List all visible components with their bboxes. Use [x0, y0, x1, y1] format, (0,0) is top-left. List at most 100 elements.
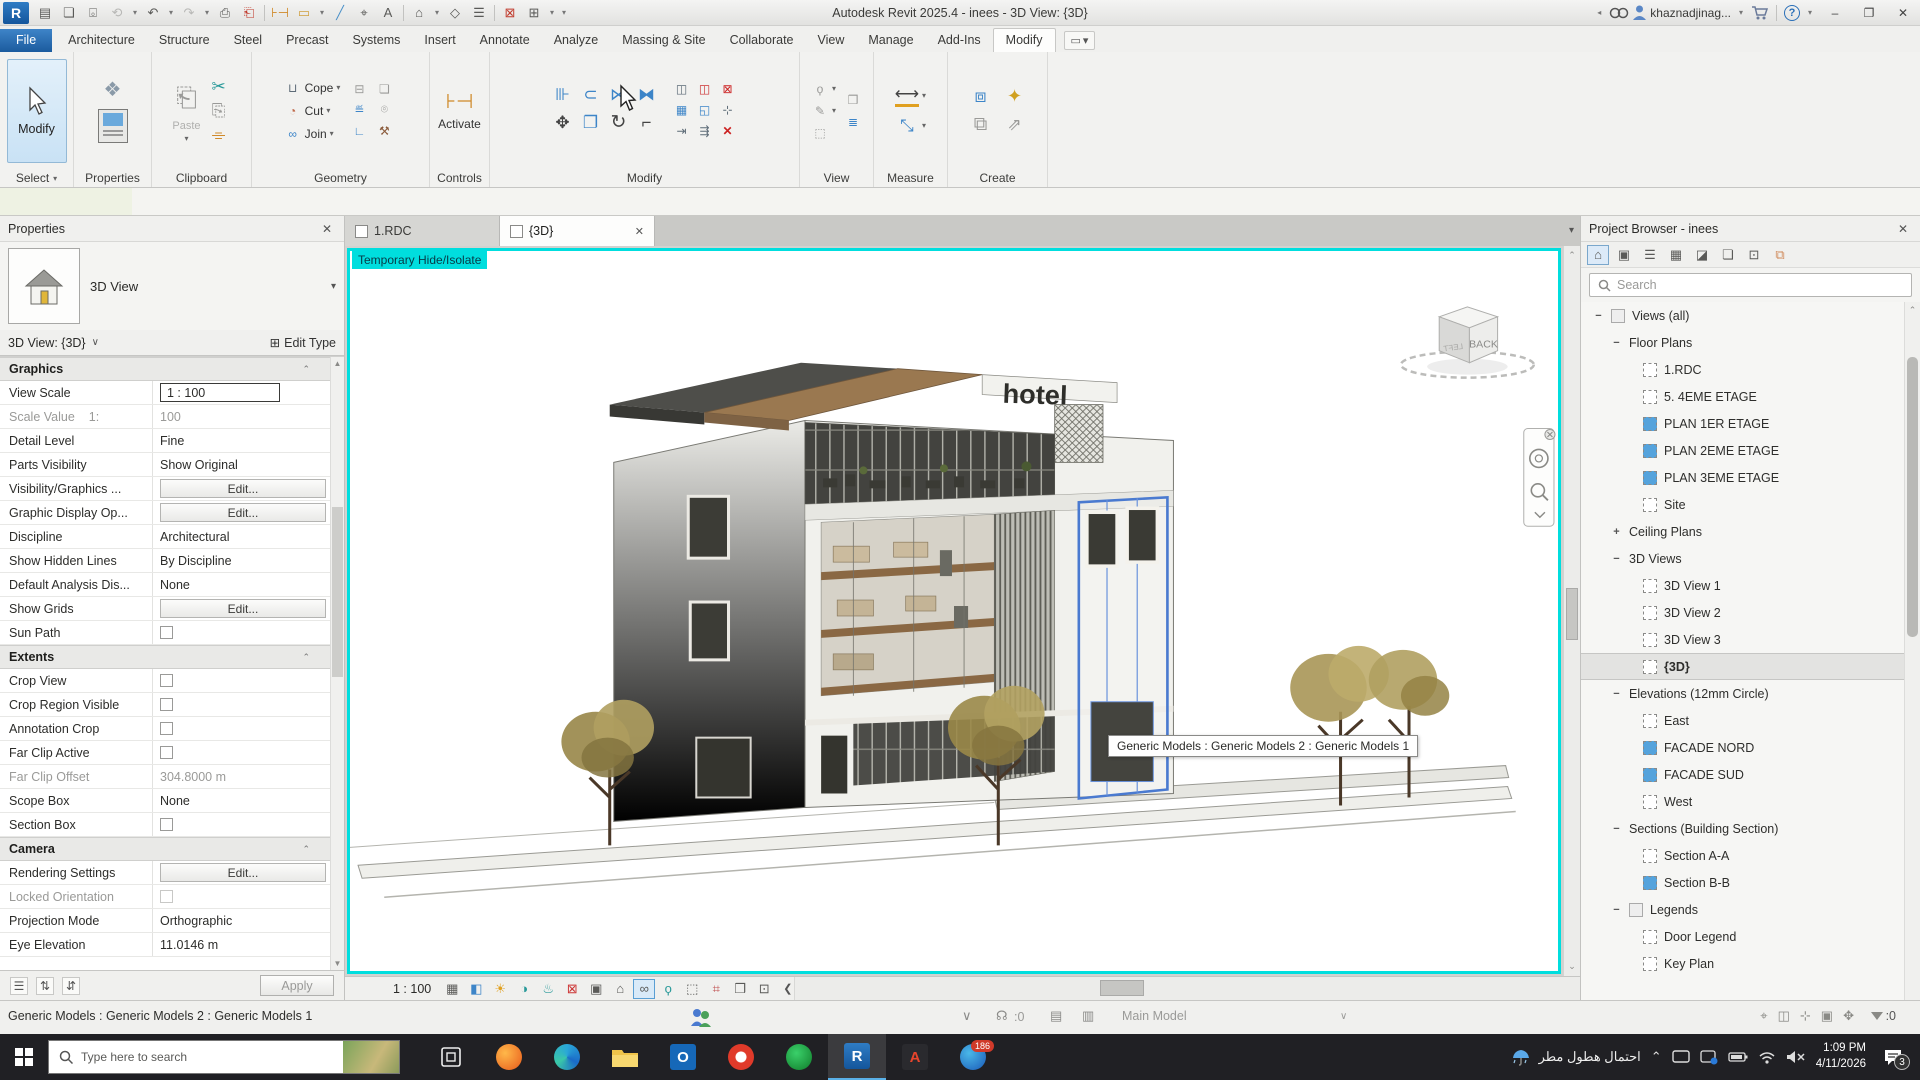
tree-item-view[interactable]: FACADE SUD: [1581, 761, 1904, 788]
panel-label-controls[interactable]: Controls: [430, 169, 489, 187]
home-dropdown-icon[interactable]: ▾: [431, 2, 443, 24]
prop-row[interactable]: Eye Elevation11.0146 m: [0, 933, 330, 957]
trim-extend-single-icon[interactable]: ⇥: [673, 123, 691, 139]
locked-3d-view-icon[interactable]: ❒: [729, 979, 751, 999]
selection-filter[interactable]: :0: [1871, 1009, 1896, 1023]
cut-geometry-button[interactable]: ◔Cut▾: [284, 103, 341, 119]
panel-label-select[interactable]: Select▾: [0, 169, 73, 187]
tree-item-view[interactable]: Section B-B: [1581, 869, 1904, 896]
file-tabs-icon[interactable]: ▤: [33, 2, 57, 24]
restore-button[interactable]: ❐: [1854, 2, 1884, 24]
measure-along-icon[interactable]: ⤡: [895, 115, 919, 137]
close-icon[interactable]: ✕: [1894, 222, 1912, 236]
worksharing-display-icon[interactable]: ⬚: [681, 979, 703, 999]
panel-label-properties[interactable]: Properties: [74, 169, 151, 187]
start-button[interactable]: [0, 1034, 48, 1080]
design-options-edit-icon[interactable]: ▥: [1082, 1008, 1094, 1024]
collapse-icon[interactable]: ⌃: [302, 364, 310, 375]
sync-dropdown-icon[interactable]: ▾: [129, 2, 141, 24]
mirror-draw-axis-icon[interactable]: ⧓: [635, 84, 659, 106]
app-mail[interactable]: 186: [944, 1034, 1002, 1080]
mirror-pick-axis-icon[interactable]: ⋈: [607, 84, 631, 106]
user-dropdown-icon[interactable]: ▾: [1735, 2, 1747, 24]
visual-style-icon[interactable]: ◧: [465, 979, 487, 999]
reveal-hidden-elements-icon[interactable]: ϙ: [657, 979, 679, 999]
linework-icon[interactable]: ≣: [844, 114, 862, 130]
tree-item-view[interactable]: FACADE NORD: [1581, 734, 1904, 761]
tree-item-view[interactable]: Site: [1581, 491, 1904, 518]
undo-dropdown-icon[interactable]: ▾: [165, 2, 177, 24]
far-clip-active-checkbox[interactable]: [160, 746, 173, 759]
crop-view-checkbox[interactable]: [160, 674, 173, 687]
tree-node-ceiling-plans[interactable]: +Ceiling Plans: [1581, 518, 1904, 545]
match-type-icon[interactable]: ⌯: [207, 124, 231, 146]
tree-item-view[interactable]: 3D View 1: [1581, 572, 1904, 599]
chevron-down-icon[interactable]: ∨: [92, 337, 99, 348]
tree-node-3d-views[interactable]: −3D Views: [1581, 545, 1904, 572]
wall-joins-icon[interactable]: ⊟: [350, 81, 368, 97]
scroll-down-icon[interactable]: ▼: [331, 959, 344, 968]
help-icon[interactable]: ?: [1784, 5, 1800, 21]
properties-tiles-icon[interactable]: ❖: [101, 79, 125, 101]
customize-qat-icon[interactable]: ▾: [558, 2, 570, 24]
activate-dimensions-icon[interactable]: ⊦⊣: [448, 91, 472, 113]
design-option-select[interactable]: Main Model: [1122, 1009, 1332, 1023]
paste-icon[interactable]: ⎗: [174, 78, 198, 118]
edit-button[interactable]: Edit...: [160, 479, 326, 498]
drag-on-selection-icon[interactable]: ✥: [1843, 1008, 1854, 1024]
app-adobe[interactable]: A: [886, 1034, 944, 1080]
prop-row[interactable]: Section Box: [0, 813, 330, 837]
battery-icon[interactable]: [1728, 1051, 1748, 1063]
tree-item-view[interactable]: PLAN 2EME ETAGE: [1581, 437, 1904, 464]
modify-tool-button[interactable]: Modify: [7, 59, 67, 163]
expand-toggle[interactable]: +: [1611, 526, 1622, 538]
schedules-icon[interactable]: ☰: [1639, 245, 1661, 265]
sync-icon[interactable]: ⟲: [105, 2, 129, 24]
app-file-explorer[interactable]: [596, 1034, 654, 1080]
tab-add-ins[interactable]: Add-Ins: [926, 29, 993, 52]
collapse-toggle[interactable]: −: [1611, 904, 1622, 916]
app-outlook[interactable]: O: [654, 1034, 712, 1080]
navigation-bar[interactable]: [1524, 429, 1555, 527]
copy-to-clipboard-icon[interactable]: ⎘: [207, 100, 231, 122]
split-element-icon[interactable]: ◫: [673, 81, 691, 97]
create-assembly-icon[interactable]: ⧉: [969, 114, 993, 136]
tab-structure[interactable]: Structure: [147, 29, 222, 52]
tab-annotate[interactable]: Annotate: [468, 29, 542, 52]
minimize-button[interactable]: –: [1820, 2, 1850, 24]
scroll-down-icon[interactable]: ⌄: [1564, 961, 1580, 972]
panel-label-modify[interactable]: Modify: [490, 169, 799, 187]
tab-file[interactable]: File: [0, 29, 52, 52]
scroll-up-icon[interactable]: ⌃: [1905, 305, 1920, 316]
scroll-up-icon[interactable]: ▲: [331, 359, 344, 368]
prop-row[interactable]: View Scale1 : 100: [0, 381, 330, 405]
profile-edit-icon[interactable]: ∟: [350, 123, 368, 139]
design-options-list-icon[interactable]: ▤: [1050, 1008, 1062, 1024]
close-inactive-views-icon[interactable]: ⎗: [237, 2, 261, 24]
panel-label-create[interactable]: Create: [948, 169, 1047, 187]
tree-item-view[interactable]: 5. 4EME ETAGE: [1581, 383, 1904, 410]
search-icon[interactable]: [1609, 6, 1629, 20]
weather-widget[interactable]: احتمال هطول مطر: [1511, 1047, 1641, 1067]
measure-dropdown-icon[interactable]: ▾: [316, 2, 328, 24]
trim-extend-corner-icon[interactable]: ⌐: [635, 112, 659, 134]
prop-row[interactable]: DisciplineArchitectural: [0, 525, 330, 549]
tag-icon[interactable]: ⌖: [352, 2, 376, 24]
scale-control[interactable]: 1 : 100: [393, 982, 431, 996]
panel-label-clipboard[interactable]: Clipboard: [152, 169, 251, 187]
tree-item-view[interactable]: 3D View 2: [1581, 599, 1904, 626]
redo-icon[interactable]: ↷: [177, 2, 201, 24]
worksharing-users-icon[interactable]: [690, 1007, 712, 1027]
lattice-panel[interactable]: [1055, 405, 1103, 463]
scrollbar-thumb[interactable]: [1566, 588, 1578, 640]
save-icon[interactable]: ⌻: [81, 2, 105, 24]
tree-item-legend[interactable]: Key Plan: [1581, 950, 1904, 977]
section-icon[interactable]: ◇: [443, 2, 467, 24]
redo-dropdown-icon[interactable]: ▾: [201, 2, 213, 24]
tab-view[interactable]: View: [806, 29, 857, 52]
prop-row[interactable]: Detail LevelFine: [0, 429, 330, 453]
select-underlay-icon[interactable]: ◫: [1778, 1008, 1790, 1024]
view-scale-input[interactable]: 1 : 100: [160, 383, 280, 402]
close-icon[interactable]: ✕: [318, 222, 336, 236]
properties-help-icon[interactable]: ☰: [10, 977, 28, 995]
